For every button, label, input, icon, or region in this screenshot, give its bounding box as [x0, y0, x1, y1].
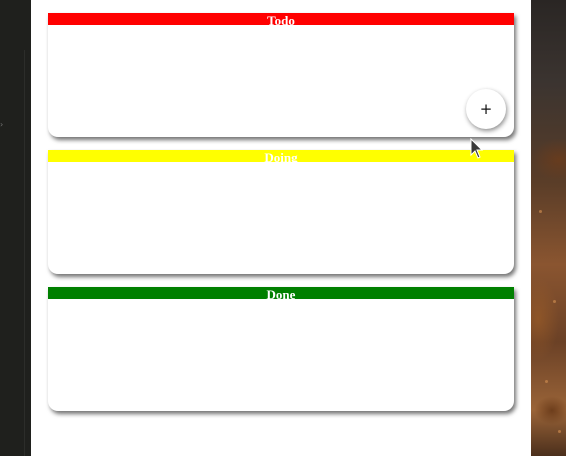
column-title: Done [266, 287, 296, 302]
column-header-todo: Todo [48, 13, 514, 28]
column-doing: Doing [48, 150, 514, 274]
editor-gutter-mark: › [0, 120, 4, 129]
add-card-button[interactable]: + [466, 89, 506, 129]
editor-divider [24, 50, 25, 456]
column-title: Todo [267, 13, 295, 28]
column-header-done: Done [48, 287, 514, 302]
editor-sidebar-strip: › [0, 0, 31, 456]
column-done: Done [48, 287, 514, 411]
wallpaper-detail [539, 210, 542, 213]
column-title: Doing [264, 150, 298, 165]
kanban-board: Todo Doing Done [31, 0, 531, 456]
column-todo: Todo [48, 13, 514, 137]
wallpaper-detail [545, 380, 548, 383]
mouse-pointer-icon [470, 138, 484, 159]
wallpaper-detail [553, 300, 556, 303]
desktop-wallpaper-strip [531, 0, 566, 456]
wallpaper-detail [558, 430, 561, 433]
column-header-doing: Doing [48, 150, 514, 165]
